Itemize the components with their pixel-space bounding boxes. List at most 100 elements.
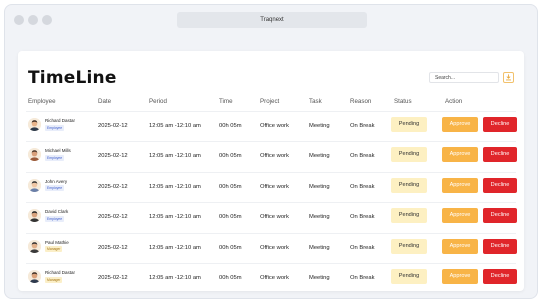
row-divider bbox=[26, 141, 516, 143]
project-cell: Office work bbox=[260, 214, 289, 221]
column-header-time: Time bbox=[219, 98, 233, 105]
approve-button[interactable]: Approve bbox=[442, 269, 478, 284]
time-cell: 00h 05m bbox=[219, 153, 242, 160]
employee-name: Michael Mills bbox=[45, 148, 71, 154]
decline-button[interactable]: Decline bbox=[483, 117, 517, 132]
table-row: John Avery Employee 2025-02-12 12:05 am … bbox=[18, 171, 524, 202]
timeline-card: TimeLine Employee Date Period Time Project Ta… bbox=[18, 51, 524, 291]
reason-cell: On Break bbox=[350, 275, 375, 281]
date-cell: 2025-02-12 bbox=[98, 275, 128, 281]
task-cell: Meeting bbox=[309, 214, 330, 221]
employee-name: David Clark bbox=[45, 209, 69, 215]
task-cell: Meeting bbox=[309, 153, 330, 160]
reason-cell: On Break bbox=[350, 123, 375, 129]
approve-button[interactable]: Approve bbox=[442, 117, 478, 132]
role-badge: Employee bbox=[45, 215, 65, 222]
time-cell: 00h 05m bbox=[219, 244, 242, 251]
role-badge: Employee bbox=[45, 154, 65, 161]
row-divider bbox=[26, 232, 516, 234]
project-cell: Office work bbox=[260, 275, 289, 281]
column-header-task: Task bbox=[309, 98, 322, 105]
avatar bbox=[28, 178, 41, 192]
decline-button[interactable]: Decline bbox=[483, 238, 517, 254]
avatar bbox=[28, 270, 41, 283]
avatar bbox=[28, 209, 41, 223]
status-badge: Pending bbox=[391, 238, 427, 254]
approve-button[interactable]: Approve bbox=[442, 177, 478, 193]
row-divider bbox=[26, 202, 516, 204]
date-cell: 2025-02-12 bbox=[98, 244, 128, 251]
address-bar[interactable]: Traqnext bbox=[177, 12, 367, 28]
row-divider bbox=[26, 171, 516, 173]
status-badge: Pending bbox=[391, 147, 427, 163]
time-cell: 00h 05m bbox=[219, 123, 242, 129]
employee-name: Paul Mathie bbox=[45, 239, 69, 245]
status-badge: Pending bbox=[391, 177, 427, 193]
period-cell: 12:05 am -12:10 am bbox=[149, 275, 201, 281]
column-header-period: Period bbox=[149, 98, 167, 105]
reason-cell: On Break bbox=[350, 244, 375, 251]
date-cell: 2025-02-12 bbox=[98, 123, 128, 129]
decline-button[interactable]: Decline bbox=[483, 269, 517, 284]
download-button[interactable] bbox=[503, 72, 514, 83]
approve-button[interactable]: Approve bbox=[442, 238, 478, 254]
search-input[interactable] bbox=[429, 72, 499, 83]
status-badge: Pending bbox=[391, 117, 427, 132]
maximize-window-dot[interactable] bbox=[42, 15, 52, 25]
row-divider bbox=[26, 263, 516, 264]
table-row: David Clark Employee 2025-02-12 12:05 am… bbox=[18, 202, 524, 232]
date-cell: 2025-02-12 bbox=[98, 153, 128, 160]
status-badge: Pending bbox=[391, 269, 427, 284]
approve-button[interactable]: Approve bbox=[442, 208, 478, 224]
role-badge: Employee bbox=[45, 185, 65, 192]
period-cell: 12:05 am -12:10 am bbox=[149, 214, 201, 221]
employee-name: John Avery bbox=[45, 178, 68, 184]
employee-name: Richard Dastar bbox=[45, 270, 76, 275]
column-header-status: Status bbox=[394, 98, 412, 105]
close-window-dot[interactable] bbox=[14, 15, 24, 25]
status-badge: Pending bbox=[391, 208, 427, 224]
column-header-project: Project bbox=[260, 98, 280, 105]
decline-button[interactable]: Decline bbox=[483, 147, 517, 163]
period-cell: 12:05 am -12:10 am bbox=[149, 183, 201, 190]
minimize-window-dot[interactable] bbox=[28, 15, 38, 25]
table-row: Richard Dastar Manager 2025-02-12 12:05 … bbox=[18, 263, 524, 293]
date-cell: 2025-02-12 bbox=[98, 183, 128, 190]
table-row: Paul Mathie Manager 2025-02-12 12:05 am … bbox=[18, 232, 524, 263]
task-cell: Meeting bbox=[309, 183, 330, 190]
period-cell: 12:05 am -12:10 am bbox=[149, 244, 201, 251]
approve-button[interactable]: Approve bbox=[442, 147, 478, 163]
period-cell: 12:05 am -12:10 am bbox=[149, 153, 201, 160]
reason-cell: On Break bbox=[350, 153, 375, 160]
task-cell: Meeting bbox=[309, 275, 330, 281]
decline-button[interactable]: Decline bbox=[483, 177, 517, 193]
browser-window: Traqnext TimeLine EmployeeDatePeriodTime… bbox=[4, 4, 538, 299]
project-cell: Office work bbox=[260, 244, 289, 251]
table-row: Richard Dastar Employee 2025-02-12 12:05… bbox=[18, 111, 524, 141]
employee-name: Richard Dastar bbox=[45, 118, 76, 123]
avatar bbox=[28, 118, 41, 131]
decline-button[interactable]: Decline bbox=[483, 208, 517, 224]
period-cell: 12:05 am -12:10 am bbox=[149, 123, 201, 129]
table-row: Michael Mills Employee 2025-02-12 12:05 … bbox=[18, 141, 524, 171]
reason-cell: On Break bbox=[350, 214, 375, 221]
task-cell: Meeting bbox=[309, 244, 330, 251]
column-header-action: Action bbox=[445, 98, 463, 105]
row-divider bbox=[26, 111, 516, 112]
column-header-reason: Reason bbox=[350, 98, 372, 105]
window-controls bbox=[14, 15, 52, 25]
page-title: TimeLine bbox=[28, 68, 117, 88]
time-cell: 00h 05m bbox=[219, 214, 242, 221]
reason-cell: On Break bbox=[350, 183, 375, 190]
project-cell: Office work bbox=[260, 183, 289, 190]
role-badge: Employee bbox=[45, 124, 65, 131]
date-cell: 2025-02-12 bbox=[98, 214, 128, 221]
time-cell: 00h 05m bbox=[219, 183, 242, 190]
avatar bbox=[28, 239, 41, 253]
role-badge: Manager bbox=[45, 246, 63, 253]
project-cell: Office work bbox=[260, 123, 289, 129]
browser-titlebar: Traqnext bbox=[5, 5, 537, 35]
avatar bbox=[28, 148, 41, 162]
time-cell: 00h 05m bbox=[219, 275, 242, 281]
column-header-employee: Employee bbox=[28, 98, 56, 105]
